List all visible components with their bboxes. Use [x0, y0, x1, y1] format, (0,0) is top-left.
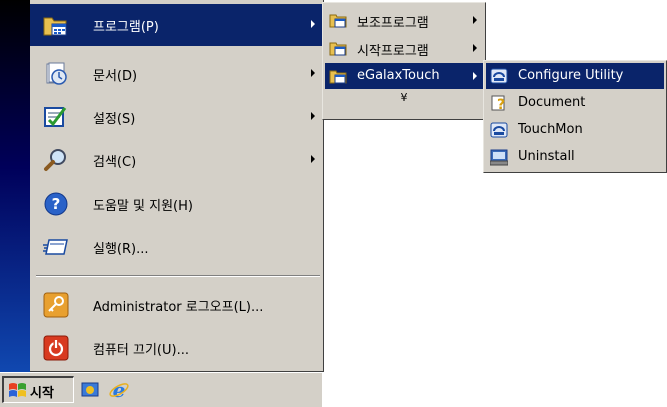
- start-menu: 프로그램(P) 문서(D) 설정(S) 검색(C) ? 도움말 및 지원(H) …: [0, 0, 324, 372]
- submenu-label: Document: [518, 95, 586, 110]
- internet-explorer-icon[interactable]: e: [108, 378, 130, 405]
- svg-text:?: ?: [52, 195, 61, 213]
- windows-logo-icon: [8, 382, 26, 402]
- submenu-item-document[interactable]: ? Document: [486, 90, 664, 116]
- start-menu-label: 프로그램(P): [93, 20, 159, 35]
- search-icon: [42, 146, 70, 174]
- start-menu-item-documents[interactable]: 문서(D): [30, 53, 323, 95]
- start-label: 시작: [30, 386, 54, 401]
- svg-text:?: ?: [497, 97, 505, 112]
- expand-menu-chevron-icon[interactable]: ¥: [323, 91, 485, 104]
- start-menu-label: 검색(C): [93, 155, 137, 170]
- start-menu-label: 설정(S): [93, 112, 136, 127]
- programs-submenu: 보조프로그램 시작프로그램 eGalaxTouch ¥: [322, 2, 486, 120]
- show-desktop-icon[interactable]: [80, 380, 100, 404]
- submenu-item-touchmon[interactable]: TouchMon: [486, 117, 664, 143]
- start-menu-item-shutdown[interactable]: 컴퓨터 끄기(U)...: [30, 327, 323, 369]
- submenu-item-uninstall[interactable]: Uninstall: [486, 144, 664, 170]
- start-menu-label: 실행(R)...: [93, 242, 149, 257]
- start-menu-banner: [0, 0, 30, 372]
- submenu-arrow-icon: [311, 20, 315, 28]
- start-menu-item-settings[interactable]: 설정(S): [30, 96, 323, 138]
- submenu-arrow-icon: [473, 72, 477, 80]
- submenu-label: Configure Utility: [518, 68, 624, 83]
- submenu-label: 보조프로그램: [357, 16, 429, 31]
- submenu-item-configure-utility[interactable]: Configure Utility: [486, 63, 664, 89]
- document-help-icon: ?: [490, 94, 508, 112]
- submenu-arrow-icon: [311, 112, 315, 120]
- svg-text:e: e: [113, 379, 126, 401]
- submenu-arrow-icon: [311, 69, 315, 77]
- submenu-label: eGalaxTouch: [357, 68, 440, 83]
- submenu-item-accessories[interactable]: 보조프로그램: [325, 7, 483, 33]
- start-menu-label: 문서(D): [93, 69, 138, 84]
- power-icon: [42, 334, 70, 362]
- submenu-arrow-icon: [473, 44, 477, 52]
- start-button[interactable]: 시작: [2, 376, 74, 403]
- program-group-icon: [329, 11, 347, 29]
- start-menu-label: Administrator 로그오프(L)...: [93, 300, 264, 315]
- logoff-key-icon: [42, 291, 70, 319]
- program-group-icon: [329, 67, 347, 85]
- submenu-label: TouchMon: [518, 122, 583, 137]
- uninstall-icon: [490, 148, 508, 166]
- start-menu-item-logoff[interactable]: Administrator 로그오프(L)...: [30, 284, 323, 326]
- run-icon: [42, 233, 70, 261]
- settings-icon: [42, 103, 70, 131]
- touchmon-icon: [490, 121, 508, 139]
- documents-icon: [42, 60, 70, 88]
- submenu-label: Uninstall: [518, 149, 575, 164]
- programs-folder-icon: [42, 11, 70, 39]
- program-group-icon: [329, 39, 347, 57]
- start-menu-item-search[interactable]: 검색(C): [30, 139, 323, 181]
- submenu-item-startup[interactable]: 시작프로그램: [325, 35, 483, 61]
- taskbar: 시작 e: [0, 372, 322, 407]
- start-menu-label: 도움말 및 지원(H): [93, 199, 193, 214]
- submenu-label: 시작프로그램: [357, 44, 429, 59]
- help-icon: ?: [42, 190, 70, 218]
- submenu-item-egalaxtouch[interactable]: eGalaxTouch: [325, 63, 483, 89]
- menu-separator: [36, 275, 320, 277]
- submenu-arrow-icon: [311, 155, 315, 163]
- start-menu-item-programs[interactable]: 프로그램(P): [30, 4, 323, 46]
- submenu-arrow-icon: [473, 16, 477, 24]
- egalaxtouch-submenu: Configure Utility ? Document TouchMon Un…: [483, 60, 667, 173]
- start-menu-item-run[interactable]: 실행(R)...: [30, 226, 323, 268]
- configure-utility-icon: [490, 67, 508, 85]
- start-menu-item-help[interactable]: ? 도움말 및 지원(H): [30, 183, 323, 225]
- start-menu-label: 컴퓨터 끄기(U)...: [93, 343, 189, 358]
